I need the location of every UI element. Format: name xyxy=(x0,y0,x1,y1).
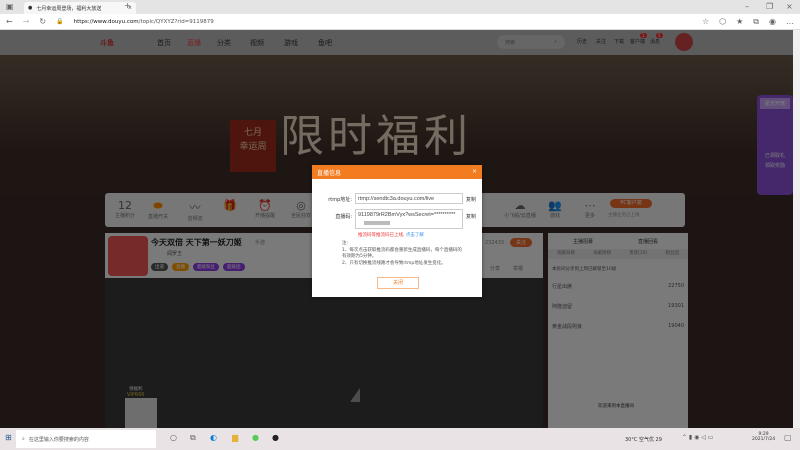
taskbar-search[interactable]: ⌕ 在这里输入你要搜索的内容 xyxy=(16,430,156,448)
back-icon[interactable]: ← xyxy=(6,17,13,26)
dialog-title: 直播信息 xyxy=(317,170,342,177)
warning-text: 推流码等推流码已上线, xyxy=(358,233,405,238)
clock[interactable]: 9:29 2021/7/24 xyxy=(752,432,775,442)
start-icon[interactable]: ⊞ xyxy=(5,433,12,442)
browser-tab-bar: ▣ ● 七月幸运周登场，福利大放送 × + – ❐ × xyxy=(0,0,800,14)
restore-icon[interactable]: ❐ xyxy=(766,2,773,11)
url-field[interactable]: https://www.douyu.com/topic/QYXYZ?rid=91… xyxy=(74,19,214,25)
browser-tab[interactable]: ● 七月幸运周登场，福利大放送 × xyxy=(24,2,136,14)
tab-title: 七月幸运周登场，福利大放送 xyxy=(36,5,102,12)
horizontal-scrollbar[interactable] xyxy=(364,221,390,225)
profile-icon[interactable]: ◉ xyxy=(769,17,776,26)
rtmp-label: rtmp地址: xyxy=(328,197,352,203)
copy-code-button[interactable]: 复制 xyxy=(466,213,476,220)
cortana-icon[interactable]: ○ xyxy=(170,433,177,442)
taskbar: ⊞ ⌕ 在这里输入你要搜索的内容 ○ ⧉ ◐ ▆ ● ● 30°C 空气优 29 … xyxy=(0,428,800,450)
close-window-icon[interactable]: × xyxy=(786,2,793,11)
notifications-icon[interactable]: ▢ xyxy=(784,433,792,442)
tray-icons[interactable]: ⌃ ▮ ◉ ◁ ▭ xyxy=(682,434,713,441)
forward-icon[interactable]: → xyxy=(23,17,30,26)
rtmp-address-field[interactable]: rtmp://sendtc3a.douyu.com/live xyxy=(355,193,463,204)
minimize-icon[interactable]: – xyxy=(745,2,749,11)
app-icon[interactable]: ● xyxy=(252,433,259,442)
close-button[interactable]: 关闭 xyxy=(377,277,419,289)
file-explorer-icon[interactable]: ▆ xyxy=(232,433,238,442)
obs-icon[interactable]: ● xyxy=(272,433,279,442)
copy-rtmp-button[interactable]: 复制 xyxy=(466,196,476,203)
favicon-icon: ● xyxy=(28,5,33,11)
tab-actions-icon[interactable]: ▣ xyxy=(6,2,14,11)
note-line: 2、只有切换推流线路才会导致rtmp地址发生变化。 xyxy=(342,260,446,266)
lock-icon: 🔒 xyxy=(56,18,64,25)
note-line: 1、每次点击获取推流码都会重新生成直播码，每个直播码的有效期为5分钟。 xyxy=(342,247,462,260)
close-icon[interactable]: × xyxy=(472,168,477,176)
extensions-icon[interactable]: ⬡ xyxy=(719,17,726,26)
learn-more-link[interactable]: 点击了解 xyxy=(406,233,424,238)
favorite-add-icon[interactable]: ☆ xyxy=(702,17,709,26)
stream-code-value: 9119879rR2BmVyx?wsSecret=********** xyxy=(358,212,456,218)
live-info-dialog: 直播信息 × rtmp地址: rtmp://sendtc3a.douyu.com/… xyxy=(312,165,482,297)
address-bar: ← → ↻ 🔒 https://www.douyu.com/topic/QYXY… xyxy=(0,14,800,30)
page-scrollbar[interactable] xyxy=(793,30,800,428)
refresh-icon[interactable]: ↻ xyxy=(39,17,46,26)
task-view-icon[interactable]: ⧉ xyxy=(190,433,196,443)
search-icon: ⌕ xyxy=(22,436,25,442)
collections-icon[interactable]: ⧉ xyxy=(753,17,759,27)
stream-code-label: 直播码: xyxy=(335,214,352,220)
weather[interactable]: 30°C 空气优 29 xyxy=(625,436,662,443)
edge-icon[interactable]: ◐ xyxy=(210,433,217,442)
more-icon[interactable]: … xyxy=(786,17,794,26)
favorites-icon[interactable]: ★ xyxy=(736,17,743,26)
new-tab-icon[interactable]: + xyxy=(124,1,131,10)
stream-code-field[interactable]: 9119879rR2BmVyx?wsSecret=********** xyxy=(355,209,463,229)
